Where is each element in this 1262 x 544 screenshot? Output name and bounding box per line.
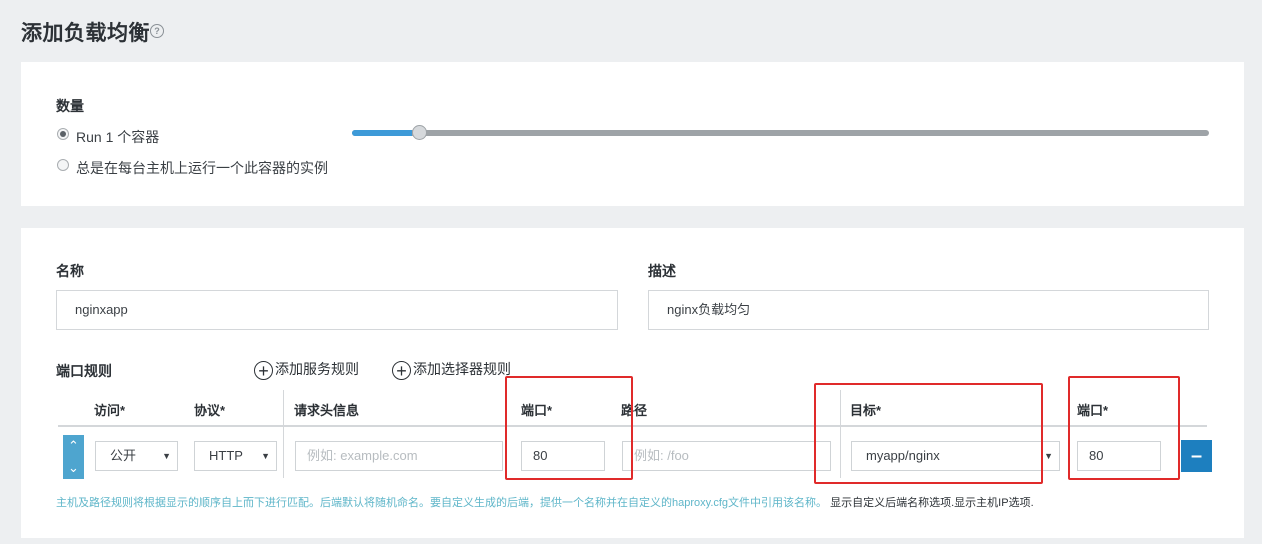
description-input[interactable]: nginx负载均匀 xyxy=(648,290,1209,330)
add-selector-rule-button[interactable]: + 添加选择器规则 xyxy=(392,359,511,380)
add-service-rule-button[interactable]: + 添加服务规则 xyxy=(254,359,359,380)
chevron-down-icon[interactable]: ⌄ xyxy=(63,457,84,479)
scale-slider-fill xyxy=(352,130,412,136)
minus-icon: – xyxy=(1190,445,1203,467)
radio-global-label[interactable]: 总是在每台主机上运行一个此容器的实例 xyxy=(76,158,328,178)
help-icon[interactable]: ? xyxy=(150,24,164,38)
port-rules-label: 端口规则 xyxy=(56,363,112,379)
plus-circle-icon: + xyxy=(392,360,411,380)
path-input[interactable]: 例如: /foo xyxy=(622,441,831,471)
page-title: 添加负载均衡 xyxy=(21,22,150,45)
caret-down-icon: ▼ xyxy=(162,451,171,461)
highlight-box-port xyxy=(505,376,633,480)
show-backend-name-link[interactable]: 显示自定义后端名称选项. xyxy=(830,497,954,509)
caret-down-icon: ▼ xyxy=(261,451,270,461)
radio-run-count[interactable] xyxy=(57,128,69,140)
col-request-host: 请求头信息 xyxy=(294,403,360,418)
name-input[interactable]: nginxapp xyxy=(56,290,618,330)
highlight-box-target xyxy=(814,383,1043,484)
add-service-rule-label: 添加服务规则 xyxy=(275,361,359,377)
col-protocol: 协议* xyxy=(194,403,226,418)
scale-slider-track[interactable] xyxy=(352,130,1209,136)
name-label: 名称 xyxy=(56,263,84,279)
radio-global[interactable] xyxy=(57,159,69,171)
row-reorder-control[interactable]: ⌃ ⌄ xyxy=(63,435,84,479)
help-text-body: 主机及路径规则将根据显示的顺序自上而下进行匹配。后端默认将随机命名。要自定义生成… xyxy=(56,497,828,509)
scale-panel: 数量 Run 1 个容器 总是在每台主机上运行一个此容器的实例 xyxy=(21,62,1244,206)
remove-rule-button[interactable]: – xyxy=(1181,440,1212,472)
col-access: 访问* xyxy=(94,403,126,418)
request-host-input[interactable]: 例如: example.com xyxy=(295,441,503,471)
access-select-value: 公开 xyxy=(110,448,137,463)
description-label: 描述 xyxy=(648,263,676,279)
protocol-select-value: HTTP xyxy=(209,448,243,463)
column-divider xyxy=(283,390,284,478)
plus-circle-icon: + xyxy=(254,360,273,380)
chevron-up-icon[interactable]: ⌃ xyxy=(63,435,84,457)
scale-label: 数量 xyxy=(56,98,84,114)
port-rules-help-text: 主机及路径规则将根据显示的顺序自上而下进行匹配。后端默认将随机命名。要自定义生成… xyxy=(56,494,1034,510)
radio-run-count-label[interactable]: Run 1 个容器 xyxy=(76,127,159,147)
add-selector-rule-label: 添加选择器规则 xyxy=(413,361,511,377)
show-host-ip-link[interactable]: 显示主机IP选项. xyxy=(954,497,1033,509)
highlight-box-target-port xyxy=(1068,376,1180,480)
caret-down-icon: ▼ xyxy=(1044,451,1053,461)
access-select[interactable]: 公开 ▼ xyxy=(95,441,178,471)
scale-slider-handle[interactable] xyxy=(412,125,427,140)
protocol-select[interactable]: HTTP ▼ xyxy=(194,441,277,471)
